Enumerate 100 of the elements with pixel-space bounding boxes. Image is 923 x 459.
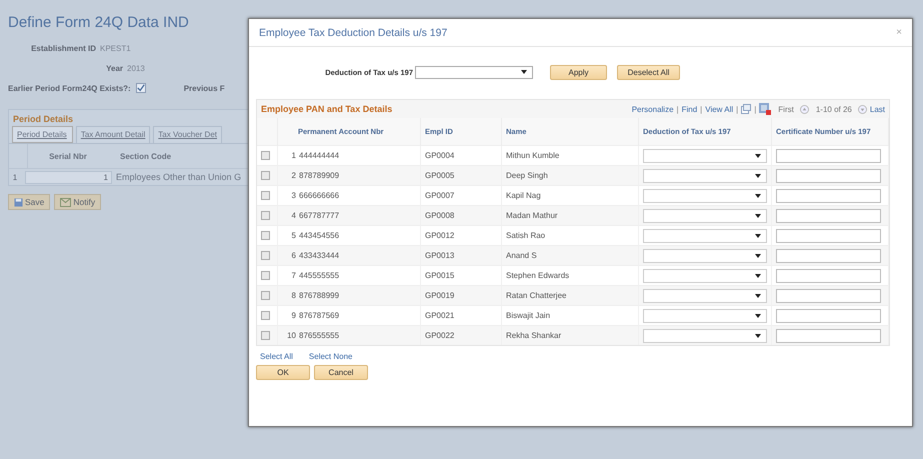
table-cell: GP0008: [425, 211, 454, 220]
separator: |: [700, 104, 702, 114]
caret-icon: [755, 234, 761, 238]
input-field[interactable]: [776, 148, 881, 162]
dropdown-field[interactable]: [643, 268, 767, 282]
table-cell: 433433444: [299, 251, 340, 260]
dropdown-field[interactable]: [643, 148, 767, 162]
dropdown-field[interactable]: [415, 66, 533, 78]
input-field[interactable]: [776, 248, 881, 262]
row-number: 9: [290, 311, 296, 320]
table-cell: 876555555: [299, 331, 340, 340]
action-button[interactable]: Apply: [550, 64, 607, 80]
serial-field[interactable]: 1: [25, 170, 112, 184]
caret-icon: [755, 314, 761, 318]
row-number: 5: [290, 231, 296, 240]
row-number: 1: [290, 151, 296, 160]
next-icon[interactable]: [858, 104, 867, 114]
caret-icon: [755, 154, 761, 158]
dialog-button[interactable]: Cancel: [314, 365, 368, 380]
checkbox[interactable]: [261, 171, 270, 180]
row-number: 10: [286, 331, 296, 340]
grid-link[interactable]: Find: [682, 104, 698, 114]
field-label: Establishment ID: [30, 44, 96, 52]
checkbox[interactable]: [261, 231, 270, 240]
dropdown-field[interactable]: [643, 208, 767, 222]
checkbox[interactable]: [261, 271, 270, 280]
dropdown-field[interactable]: [643, 288, 767, 302]
table-cell: GP0007: [425, 191, 454, 200]
last-link[interactable]: Last: [870, 104, 885, 114]
dialog-button[interactable]: OK: [256, 365, 310, 380]
checkbox[interactable]: [261, 251, 270, 260]
caret-icon: [755, 334, 761, 338]
separator: |: [676, 104, 679, 114]
checkbox[interactable]: [261, 311, 270, 320]
caret-icon: [755, 194, 761, 198]
row-number: 6: [290, 251, 296, 260]
table-cell: Rekha Shankar: [506, 331, 562, 340]
tab[interactable]: Tax Voucher Det: [153, 126, 222, 143]
input-field[interactable]: [776, 308, 881, 322]
table-cell: GP0019: [425, 291, 454, 300]
table-cell: 444444444: [299, 151, 340, 160]
action-button[interactable]: Deselect All: [617, 64, 680, 80]
toolbar-button[interactable]: Save: [8, 194, 50, 210]
dropdown-field[interactable]: [643, 188, 767, 202]
input-field[interactable]: [776, 228, 881, 242]
checkbox[interactable]: [136, 83, 146, 93]
input-field[interactable]: [776, 188, 881, 202]
input-field[interactable]: [776, 288, 881, 302]
checkbox[interactable]: [261, 191, 270, 200]
table-cell: Employees Other than Union G: [116, 172, 242, 182]
dropdown-field[interactable]: [643, 248, 767, 262]
field-label: Year: [105, 64, 123, 72]
row-number: 1: [12, 172, 18, 182]
dropdown-field[interactable]: [643, 308, 767, 322]
save-icon: [14, 198, 23, 206]
row-number: 3: [290, 191, 296, 200]
caret-icon: [755, 174, 761, 178]
table-cell: 666666666: [299, 191, 340, 200]
grid-link[interactable]: Personalize: [632, 104, 674, 114]
separator: |: [736, 104, 738, 114]
input-field[interactable]: [776, 328, 881, 342]
tab[interactable]: Period Details: [12, 126, 73, 143]
table-cell: GP0021: [425, 311, 454, 320]
input-field[interactable]: [776, 208, 881, 222]
table-cell: Madan Mathur: [506, 211, 558, 220]
toolbar-button[interactable]: Notify: [54, 194, 102, 210]
previous-icon[interactable]: [800, 104, 809, 114]
table-cell: Kapil Nag: [506, 191, 541, 200]
caret-icon: [755, 214, 761, 218]
table-cell: 878789909: [299, 171, 340, 180]
dropdown-field[interactable]: [643, 328, 767, 342]
field-label: Previous F: [184, 84, 225, 92]
zoom-window-icon[interactable]: [741, 104, 752, 114]
table-cell: GP0004: [425, 151, 454, 160]
table-cell: GP0012: [425, 231, 454, 240]
row-number: 8: [290, 291, 296, 300]
table-cell: 667787777: [299, 211, 340, 220]
select-link[interactable]: Select All: [260, 352, 293, 361]
table-cell: 876788999: [299, 291, 340, 300]
input-field[interactable]: [776, 168, 881, 182]
row-number: 4: [290, 211, 296, 220]
first-link[interactable]: First: [778, 104, 794, 114]
column-header: Section Code: [119, 152, 172, 160]
input-field[interactable]: [776, 268, 881, 282]
checkbox[interactable]: [261, 331, 270, 340]
field-value: KPEST1: [100, 44, 131, 52]
field-value: 2013: [127, 64, 145, 72]
tab[interactable]: Tax Amount Detail: [76, 126, 150, 143]
table-cell: Anand S: [506, 251, 537, 260]
page-title: Define Form 24Q Data IND: [8, 14, 190, 31]
dropdown-field[interactable]: [643, 228, 767, 242]
checkbox[interactable]: [261, 151, 270, 160]
table-cell: Ratan Chatterjee: [506, 291, 566, 300]
grid-link[interactable]: View All: [705, 104, 734, 114]
checkbox[interactable]: [261, 211, 270, 220]
dropdown-field[interactable]: [643, 168, 767, 182]
page-range: 1-10 of 26: [816, 104, 852, 114]
checkbox[interactable]: [261, 291, 270, 300]
select-link[interactable]: Select None: [308, 352, 352, 361]
envelope-icon: [60, 198, 72, 206]
